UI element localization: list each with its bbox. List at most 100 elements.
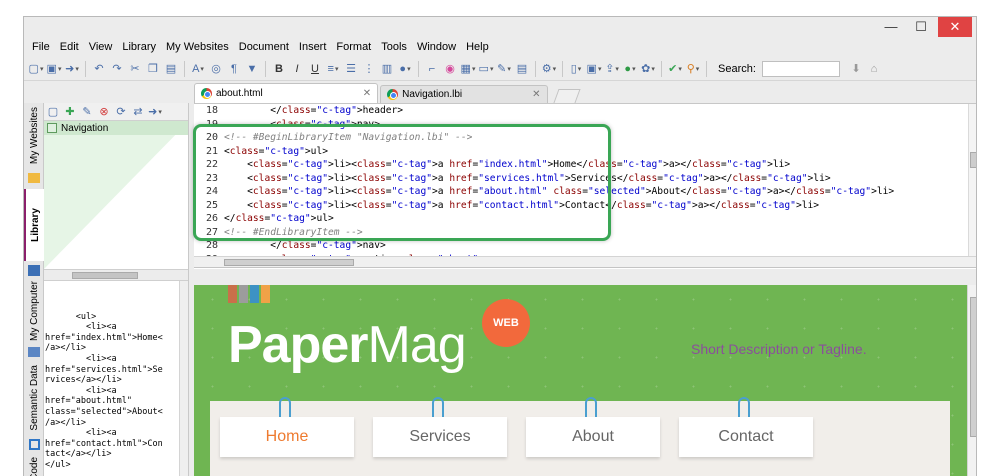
scroll-thumb[interactable] xyxy=(970,297,976,437)
library-icon[interactable]: ▤ xyxy=(514,61,530,77)
design-preview[interactable]: PaperMag WEB Short Description or Taglin… xyxy=(194,285,967,476)
scroll-thumb[interactable] xyxy=(970,152,976,168)
add-icon[interactable]: ✚ xyxy=(63,105,77,119)
download-icon[interactable]: ⬇ xyxy=(848,61,864,77)
tab-library[interactable]: Library xyxy=(24,189,44,261)
paragraph-icon[interactable]: ¶ xyxy=(226,61,242,77)
table-icon[interactable]: ▦ xyxy=(460,61,476,77)
menu-edit[interactable]: Edit xyxy=(56,39,85,57)
validate-icon[interactable]: ✿ xyxy=(640,61,656,77)
scroll-thumb[interactable] xyxy=(224,259,354,266)
edit-item-icon[interactable]: ✎ xyxy=(80,105,94,119)
list-item[interactable]: Navigation xyxy=(44,121,188,135)
tab-semantic-data[interactable]: Semantic Data xyxy=(24,361,44,435)
menu-help[interactable]: Help xyxy=(462,39,495,57)
redo-icon[interactable]: ↷ xyxy=(109,61,125,77)
editor-vertical-scrollbar[interactable] xyxy=(968,104,976,256)
menu-view[interactable]: View xyxy=(85,39,119,57)
paste-icon[interactable]: ▤ xyxy=(163,61,179,77)
numbered-list-icon[interactable]: ⋮ xyxy=(361,61,377,77)
font-style-icon[interactable]: A xyxy=(190,61,206,77)
color-icon[interactable]: ● xyxy=(397,61,413,77)
code-line[interactable]: <class="c-tag">li><class="c-tag">a href=… xyxy=(224,199,968,213)
form-icon[interactable]: ▭ xyxy=(478,61,494,77)
code-line[interactable]: </class="c-tag">nav> xyxy=(224,239,968,253)
page-icon[interactable]: ▯ xyxy=(568,61,584,77)
spellcheck-icon[interactable]: ◎ xyxy=(208,61,224,77)
line-number: 23 xyxy=(205,172,218,184)
tab-my-websites[interactable]: My Websites xyxy=(24,103,44,169)
italic-icon[interactable]: I xyxy=(289,61,305,77)
menu-file[interactable]: File xyxy=(28,39,56,57)
link-icon[interactable]: ⌐ xyxy=(424,61,440,77)
align-icon[interactable]: ≡ xyxy=(325,61,341,77)
code-line[interactable]: </class="c-tag">ul> xyxy=(224,212,968,226)
cut-icon[interactable]: ✂ xyxy=(127,61,143,77)
menu-document[interactable]: Document xyxy=(235,39,295,57)
library-horizontal-scrollbar[interactable] xyxy=(44,269,188,281)
code-line[interactable]: </class="c-tag">header> xyxy=(224,104,968,118)
editor-horizontal-scrollbar[interactable] xyxy=(194,256,976,268)
find-icon[interactable]: ⚲ xyxy=(685,61,701,77)
tab-navigation-lbi[interactable]: Navigation.lbi ✕ xyxy=(380,85,548,103)
code-line[interactable]: <class="c-tag">li><class="c-tag">a href=… xyxy=(224,185,968,199)
preview-icon[interactable]: ▣ xyxy=(586,61,602,77)
publish-icon[interactable]: ➜ xyxy=(64,61,80,77)
close-tab-icon[interactable]: ✕ xyxy=(532,89,540,100)
sync-icon[interactable]: ⇄ xyxy=(131,105,145,119)
menu-insert[interactable]: Insert xyxy=(295,39,333,57)
bold-icon[interactable]: B xyxy=(271,61,287,77)
close-tab-icon[interactable]: ✕ xyxy=(363,88,371,99)
save-icon[interactable]: ▣ xyxy=(46,61,62,77)
settings-icon[interactable]: ⚙ xyxy=(541,61,557,77)
code-line[interactable]: <!-- #EndLibraryItem --> xyxy=(224,226,968,240)
upload-icon[interactable]: ⇪ xyxy=(604,61,620,77)
copy-icon[interactable]: ❐ xyxy=(145,61,161,77)
browser-icon[interactable]: ● xyxy=(622,61,638,77)
menu-tools[interactable]: Tools xyxy=(377,39,413,57)
nav-services[interactable]: Services xyxy=(373,417,507,457)
tab-my-computer[interactable]: My Computer xyxy=(24,279,44,343)
code-area[interactable]: </class="c-tag">header> <class="c-tag">n… xyxy=(224,104,968,265)
line-number: 28 xyxy=(205,240,218,251)
edit-icon[interactable]: ✎ xyxy=(496,61,512,77)
preview-vertical-scrollbar[interactable] xyxy=(179,281,188,476)
insert-image-icon[interactable]: ▼ xyxy=(244,61,260,77)
check-icon[interactable]: ✔ xyxy=(667,61,683,77)
home-icon[interactable]: ⌂ xyxy=(866,61,882,77)
scroll-thumb[interactable] xyxy=(72,271,138,279)
menu-format[interactable]: Format xyxy=(332,39,377,57)
preview-vertical-scrollbar[interactable] xyxy=(967,285,976,476)
insert-item-icon[interactable]: ➜ xyxy=(148,105,162,119)
code-line[interactable]: <class="c-tag">ul> xyxy=(224,145,968,159)
minimize-button[interactable]: — xyxy=(876,17,906,37)
color-picker-icon[interactable]: ◉ xyxy=(442,61,458,77)
menu-window[interactable]: Window xyxy=(413,39,462,57)
new-item-icon[interactable]: ▢ xyxy=(46,105,60,119)
nav-about[interactable]: About xyxy=(526,417,660,457)
code-line[interactable]: <class="c-tag">li><class="c-tag">a href=… xyxy=(224,172,968,186)
list-icon[interactable]: ☰ xyxy=(343,61,359,77)
code-line[interactable]: <!-- #BeginLibraryItem "Navigation.lbi" … xyxy=(224,131,968,145)
tab-code[interactable]: Code xyxy=(24,453,44,476)
search-input[interactable] xyxy=(761,60,840,77)
toolbar-separator xyxy=(562,60,563,77)
refresh-icon[interactable]: ⟳ xyxy=(114,105,128,119)
maximize-button[interactable]: ☐ xyxy=(906,17,936,37)
close-button[interactable]: ✕ xyxy=(938,17,972,37)
code-line[interactable]: <class="c-tag">nav> xyxy=(224,118,968,132)
tab-about-html[interactable]: about.html ✕ xyxy=(194,83,379,103)
outdent-icon[interactable]: ▥ xyxy=(379,61,395,77)
new-tab-button[interactable] xyxy=(552,89,581,103)
new-document-icon[interactable]: ▢ xyxy=(28,61,44,77)
code-line[interactable]: <class="c-tag">li><class="c-tag">a href=… xyxy=(224,158,968,172)
library-code-preview: <ul> <li><a href="index.html">Home< /a><… xyxy=(44,281,188,476)
menu-my-websites[interactable]: My Websites xyxy=(162,39,235,57)
nav-home[interactable]: Home xyxy=(220,417,354,457)
delete-icon[interactable]: ⊗ xyxy=(97,105,111,119)
undo-icon[interactable]: ↶ xyxy=(91,61,107,77)
code-editor[interactable]: 181920212223242526272829 </class="c-tag"… xyxy=(194,103,976,269)
underline-icon[interactable]: U xyxy=(307,61,323,77)
menu-library[interactable]: Library xyxy=(118,39,162,57)
nav-contact[interactable]: Contact xyxy=(679,417,813,457)
